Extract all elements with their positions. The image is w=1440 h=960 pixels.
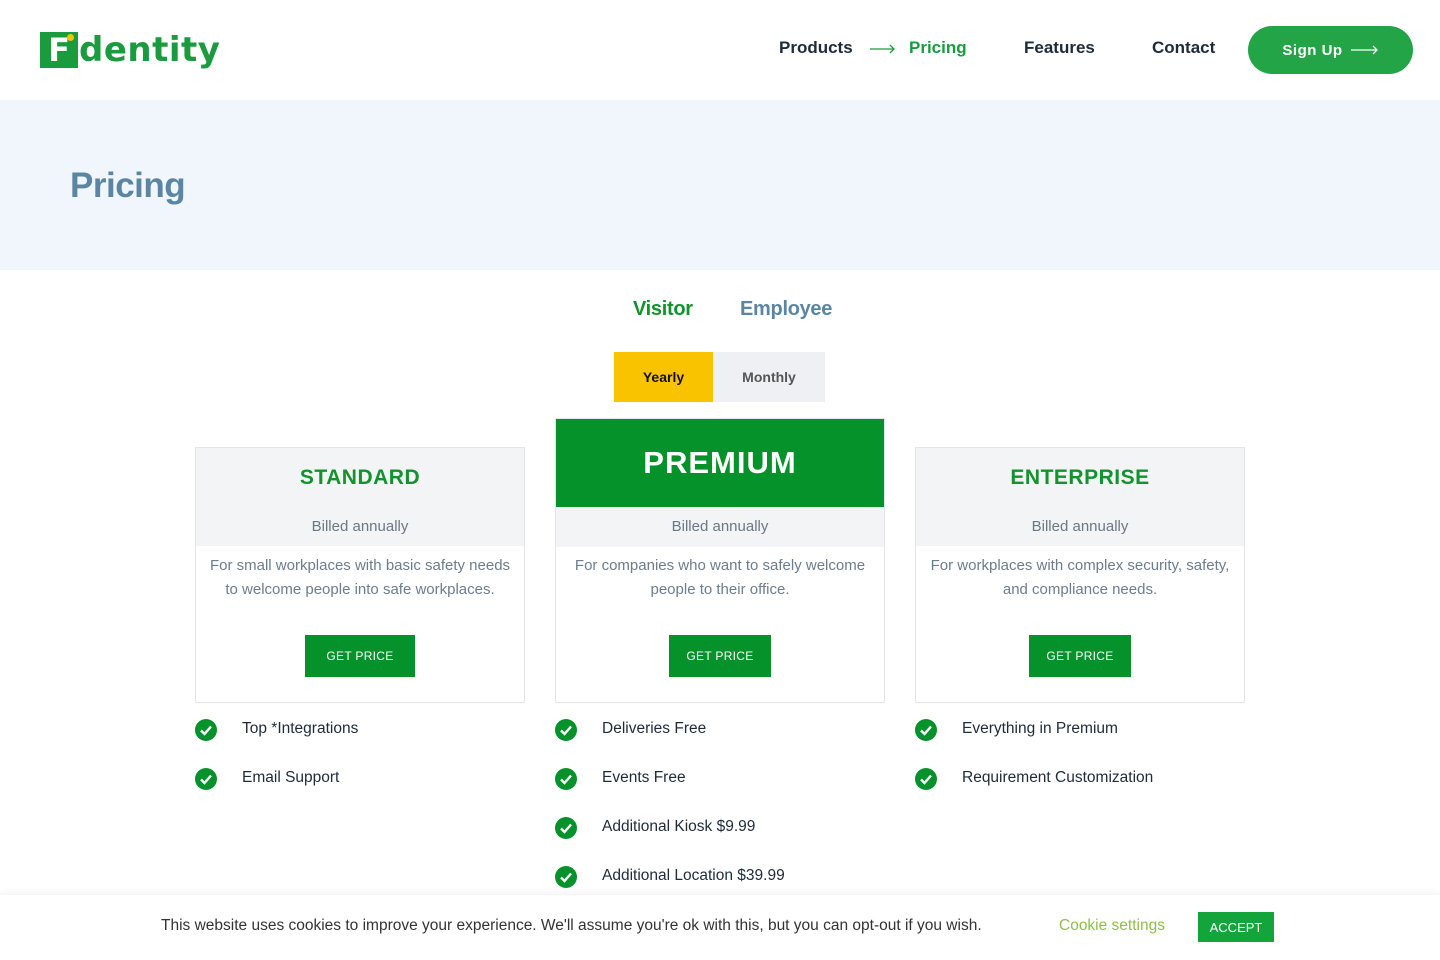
feature-item: Email Support <box>195 767 339 791</box>
logo-text: dentity <box>79 30 221 70</box>
plan-name: ENTERPRISE <box>1010 466 1150 489</box>
feature-item: Additional Kiosk $9.99 <box>555 816 755 840</box>
get-price-button[interactable]: GET PRICE <box>669 635 771 677</box>
get-price-button[interactable]: GET PRICE <box>1029 635 1131 677</box>
plan-name: STANDARD <box>299 466 421 489</box>
nav-pricing[interactable]: Pricing <box>909 38 967 58</box>
plan-header: ENTERPRISE Billed annually <box>916 448 1244 546</box>
check-circle-icon <box>195 768 217 790</box>
feature-item: Events Free <box>555 767 686 791</box>
hero-banner: Pricing <box>0 100 1440 270</box>
check-circle-icon <box>555 719 577 741</box>
plan-description: For companies who want to safely welcome… <box>574 557 866 598</box>
plan-description: For workplaces with complex security, sa… <box>930 557 1230 598</box>
accept-cookies-button[interactable]: ACCEPT <box>1198 912 1274 942</box>
feature-item: Additional Location $39.99 <box>555 865 785 889</box>
sign-up-button[interactable]: Sign Up <box>1248 26 1413 74</box>
cookie-banner: This website uses cookies to improve you… <box>0 895 1440 960</box>
plan-card-premium: PREMIUM Billed annually For companies wh… <box>555 418 885 703</box>
check-circle-icon <box>195 719 217 741</box>
check-circle-icon <box>555 817 577 839</box>
logo-mark: F <box>40 32 78 68</box>
toggle-monthly[interactable]: Monthly <box>713 352 825 402</box>
billing-toggle: Yearly Monthly <box>614 352 825 402</box>
nav-contact[interactable]: Contact <box>1152 38 1215 58</box>
plan-billing: Billed annually <box>556 507 884 547</box>
feature-item: Top *Integrations <box>195 718 358 742</box>
nav-features[interactable]: Features <box>1024 38 1095 58</box>
plan-header: STANDARD Billed annually <box>196 448 524 546</box>
plan-billing: Billed annually <box>1031 518 1129 535</box>
feature-item: Deliveries Free <box>555 718 706 742</box>
plan-name: PREMIUM <box>556 419 884 507</box>
check-circle-icon <box>915 768 937 790</box>
tab-visitor[interactable]: Visitor <box>633 298 693 321</box>
logo-dot-icon <box>67 34 74 41</box>
page-title: Pricing <box>70 166 186 205</box>
cookie-message: This website uses cookies to improve you… <box>161 917 982 934</box>
plan-billing: Billed annually <box>311 518 409 535</box>
plan-description: For small workplaces with basic safety n… <box>209 557 511 598</box>
nav-products[interactable]: Products <box>779 38 853 58</box>
check-circle-icon <box>555 866 577 888</box>
get-price-button[interactable]: GET PRICE <box>305 635 415 677</box>
plan-card-standard: STANDARD Billed annually For small workp… <box>195 447 525 703</box>
check-circle-icon <box>555 768 577 790</box>
fidentity-logo[interactable]: F dentity <box>40 30 220 70</box>
feature-item: Everything in Premium <box>915 718 1118 742</box>
feature-item: Requirement Customization <box>915 767 1153 791</box>
toggle-yearly[interactable]: Yearly <box>614 352 713 402</box>
tab-employee[interactable]: Employee <box>740 298 832 321</box>
plan-card-enterprise: ENTERPRISE Billed annually For workplace… <box>915 447 1245 703</box>
arrow-right-icon <box>870 44 895 54</box>
cookie-settings-link[interactable]: Cookie settings <box>1059 917 1165 935</box>
arrow-right-icon <box>1350 45 1378 55</box>
site-header: F dentity Products Pricing Features Cont… <box>0 0 1440 100</box>
check-circle-icon <box>915 719 937 741</box>
